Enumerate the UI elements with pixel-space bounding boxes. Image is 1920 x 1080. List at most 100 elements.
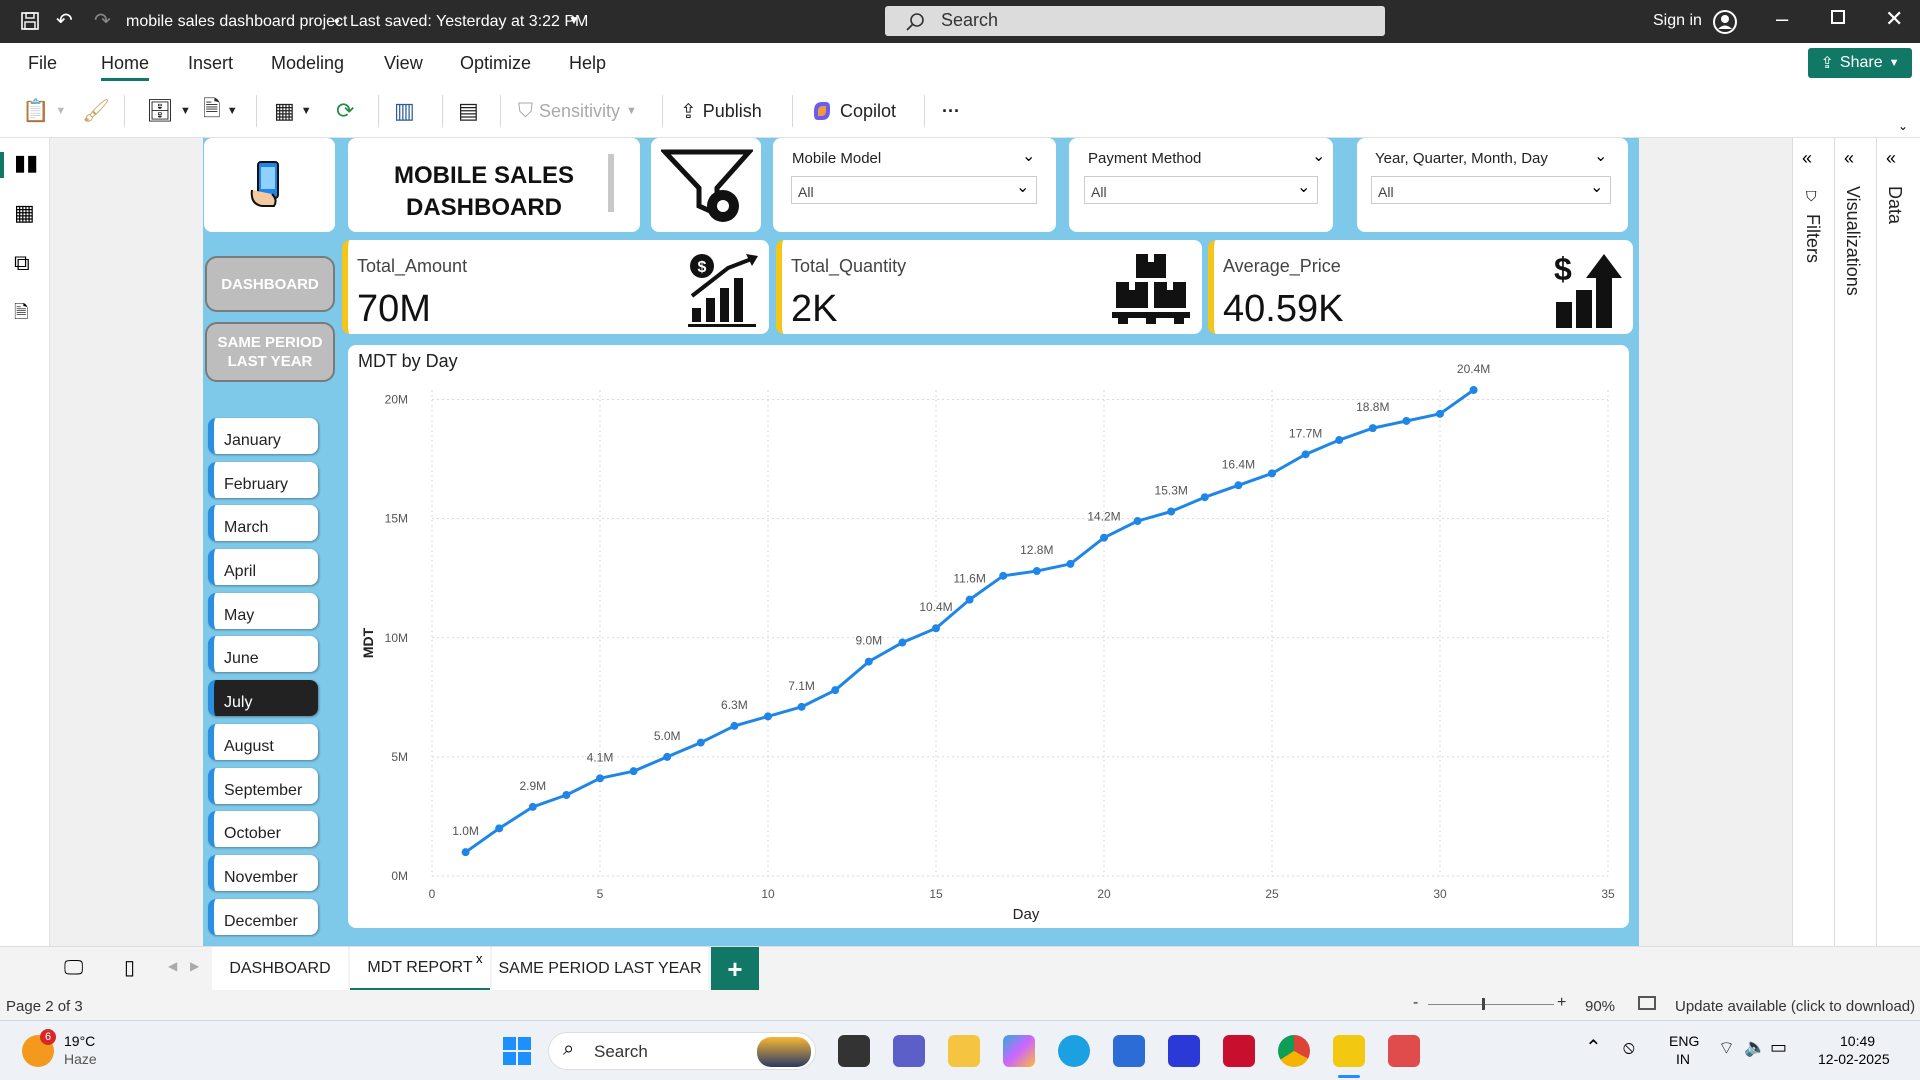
chevron-up-icon[interactable]: ⌃	[1585, 1035, 1602, 1060]
windows-start-icon[interactable]	[503, 1037, 531, 1065]
tab-dashboard[interactable]: DASHBOARD	[212, 947, 348, 991]
collapse-visualizations-icon[interactable]: «	[1844, 148, 1854, 169]
mcafee-icon[interactable]	[1223, 1035, 1255, 1067]
month-button-july[interactable]: July	[208, 680, 318, 716]
month-button-october[interactable]: October	[208, 811, 318, 847]
new-visual-icon[interactable]: ▥	[394, 95, 415, 127]
clock-time[interactable]: 10:49	[1840, 1033, 1875, 1049]
date-dropdown[interactable]: All ⌄	[1371, 176, 1611, 204]
undo-icon[interactable]: ↶	[56, 8, 73, 33]
tab-same-period-last-year[interactable]: SAME PERIOD LAST YEAR	[492, 947, 708, 991]
month-button-april[interactable]: April	[208, 549, 318, 585]
month-button-november[interactable]: November	[208, 855, 318, 891]
payment-method-dropdown[interactable]: All ⌄	[1084, 176, 1318, 204]
fit-to-page-icon[interactable]	[1638, 996, 1656, 1010]
search-input[interactable]: Search	[885, 6, 1385, 36]
month-button-june[interactable]: June	[208, 636, 318, 672]
language-top[interactable]: ENG	[1669, 1033, 1699, 1049]
task-view-icon[interactable]	[838, 1035, 870, 1067]
sign-in-link[interactable]: Sign in	[1653, 12, 1702, 30]
copilot-app-icon[interactable]	[1003, 1035, 1035, 1067]
publish-button[interactable]: ⇪ Publish	[680, 95, 762, 127]
month-button-march[interactable]: March	[208, 505, 318, 541]
month-button-september[interactable]: September	[208, 768, 318, 804]
model-view-icon[interactable]: ⧉	[14, 250, 30, 276]
paste-icon[interactable]: 📋 ▼	[22, 95, 66, 127]
chevron-down-icon[interactable]: ⌄	[1022, 146, 1035, 166]
sensitivity-button[interactable]: ⛉ Sensitivity ▼	[518, 95, 637, 127]
refresh-icon[interactable]: ⟳	[336, 95, 354, 127]
menu-home[interactable]: Home	[101, 53, 150, 81]
chevron-down-icon[interactable]: ⌄	[1898, 119, 1908, 133]
power-bi-icon[interactable]	[1333, 1035, 1365, 1067]
new-measure-icon[interactable]: ▤	[458, 95, 479, 127]
teams-icon[interactable]	[893, 1035, 925, 1067]
battery-icon[interactable]: ▭	[1770, 1037, 1787, 1058]
chevron-down-icon[interactable]: ⌄	[1312, 146, 1325, 166]
wifi-icon[interactable]: ⌔	[1718, 1037, 1735, 1060]
get-data-icon[interactable]: 🗄 ▼	[146, 95, 191, 127]
app-icon[interactable]	[1168, 1035, 1200, 1067]
redo-icon[interactable]: ↷	[94, 8, 111, 33]
collapse-data-icon[interactable]: «	[1886, 148, 1896, 169]
minimize-icon[interactable]: –	[1776, 6, 1788, 32]
share-button[interactable]: ⇪ Share ▼	[1808, 48, 1912, 78]
dax-query-icon[interactable]: 🗎	[14, 300, 28, 330]
month-button-february[interactable]: February	[208, 462, 318, 498]
volume-icon[interactable]: 🔈	[1744, 1037, 1766, 1058]
same-period-nav-button[interactable]: SAME PERIOD LAST YEAR	[205, 322, 335, 382]
zoom-slider[interactable]	[1428, 1004, 1554, 1005]
month-button-may[interactable]: May	[208, 593, 318, 629]
menu-view[interactable]: View	[384, 53, 423, 74]
zoom-in-icon[interactable]: +	[1557, 994, 1566, 1012]
menu-file[interactable]: File	[28, 53, 57, 74]
menu-insert[interactable]: Insert	[188, 53, 233, 74]
month-button-january[interactable]: January	[208, 418, 318, 454]
snipping-tool-icon[interactable]	[1388, 1035, 1420, 1067]
date-hierarchy-slicer[interactable]: Year, Quarter, Month, Day ⌄ All ⌄	[1357, 138, 1628, 232]
copilot-button[interactable]: Copilot	[810, 95, 896, 127]
file-explorer-icon[interactable]	[948, 1035, 980, 1067]
mobile-view-icon[interactable]: ▯	[124, 955, 135, 980]
recent-sources-icon[interactable]: 🗎 ▼	[203, 95, 238, 127]
dashboard-nav-button[interactable]: DASHBOARD	[205, 256, 335, 312]
menu-optimize[interactable]: Optimize	[460, 53, 531, 74]
desktop-view-icon[interactable]: 🖵	[64, 957, 83, 980]
language-bottom[interactable]: IN	[1676, 1051, 1690, 1067]
maximize-icon[interactable]	[1831, 10, 1845, 24]
menu-modeling[interactable]: Modeling	[271, 53, 344, 74]
table-view-icon[interactable]: ▦	[14, 200, 35, 226]
more-options-button[interactable]: ···	[942, 95, 960, 127]
chevron-down-icon[interactable]: ⌄	[1594, 146, 1607, 166]
chevron-down-icon[interactable]: ▼	[568, 13, 580, 27]
month-button-august[interactable]: August	[208, 724, 318, 760]
store-icon[interactable]	[1113, 1035, 1145, 1067]
scroll-left-icon[interactable]: ◀	[168, 959, 177, 973]
filters-pane-label[interactable]: Filters	[1802, 214, 1823, 263]
add-page-button[interactable]: +	[711, 947, 759, 991]
data-pane-label[interactable]: Data	[1884, 186, 1905, 224]
clock-date[interactable]: 12-02-2025	[1818, 1051, 1890, 1067]
transform-data-icon[interactable]: ▦ ▼	[274, 95, 312, 127]
chrome-icon[interactable]	[1278, 1035, 1310, 1067]
mobile-model-dropdown[interactable]: All ⌄	[791, 176, 1037, 204]
zoom-slider-handle[interactable]	[1482, 998, 1485, 1010]
account-icon[interactable]	[1712, 9, 1738, 35]
month-button-december[interactable]: December	[208, 899, 318, 935]
tab-close-icon[interactable]: x	[476, 951, 483, 966]
mobile-model-slicer[interactable]: Mobile Model ⌄ All ⌄	[773, 138, 1056, 232]
menu-help[interactable]: Help	[569, 53, 606, 74]
zoom-out-icon[interactable]: -	[1413, 994, 1418, 1012]
update-available-link[interactable]: Update available (click to download)	[1675, 998, 1915, 1015]
tab-mdt-report[interactable]: MDT REPORT	[350, 947, 490, 991]
collapse-filters-icon[interactable]: «	[1802, 148, 1812, 169]
report-view-icon[interactable]: ▮▮	[14, 150, 38, 176]
taskbar-search[interactable]: ⌕ Search	[548, 1032, 816, 1070]
payment-method-slicer[interactable]: Payment Method ⌄ All ⌄	[1069, 138, 1333, 232]
edge-icon[interactable]	[1058, 1035, 1090, 1067]
save-icon[interactable]	[20, 11, 40, 31]
network-off-icon[interactable]: ⦸	[1623, 1037, 1635, 1058]
close-icon[interactable]: ✕	[1885, 6, 1903, 32]
mdt-line-chart[interactable]: 0M 5M 10M 15M 20M 0 5 10 15 20 25 30 35 Day MDT 1.0M 2.9…	[348, 345, 1629, 928]
format-painter-icon[interactable]: 🖌	[82, 95, 110, 127]
